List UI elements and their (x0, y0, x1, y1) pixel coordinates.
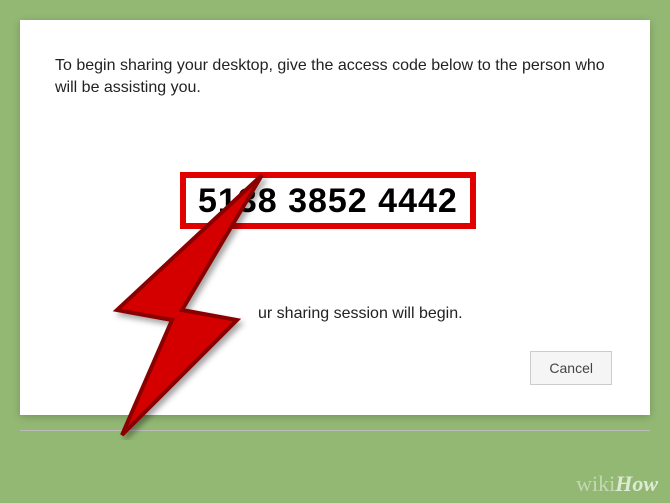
session-begin-text: ur sharing session will begin. (258, 305, 463, 323)
watermark-how: How (615, 471, 658, 496)
access-code-highlight: 5138 3852 4442 (180, 172, 476, 229)
cancel-button[interactable]: Cancel (530, 351, 612, 385)
divider-line (20, 430, 650, 431)
access-code: 5138 3852 4442 (198, 182, 458, 220)
share-desktop-dialog: To begin sharing your desktop, give the … (20, 20, 650, 415)
watermark-wiki: wiki (576, 471, 615, 496)
instruction-text: To begin sharing your desktop, give the … (55, 55, 615, 98)
wikihow-watermark: wikiHow (576, 471, 658, 497)
